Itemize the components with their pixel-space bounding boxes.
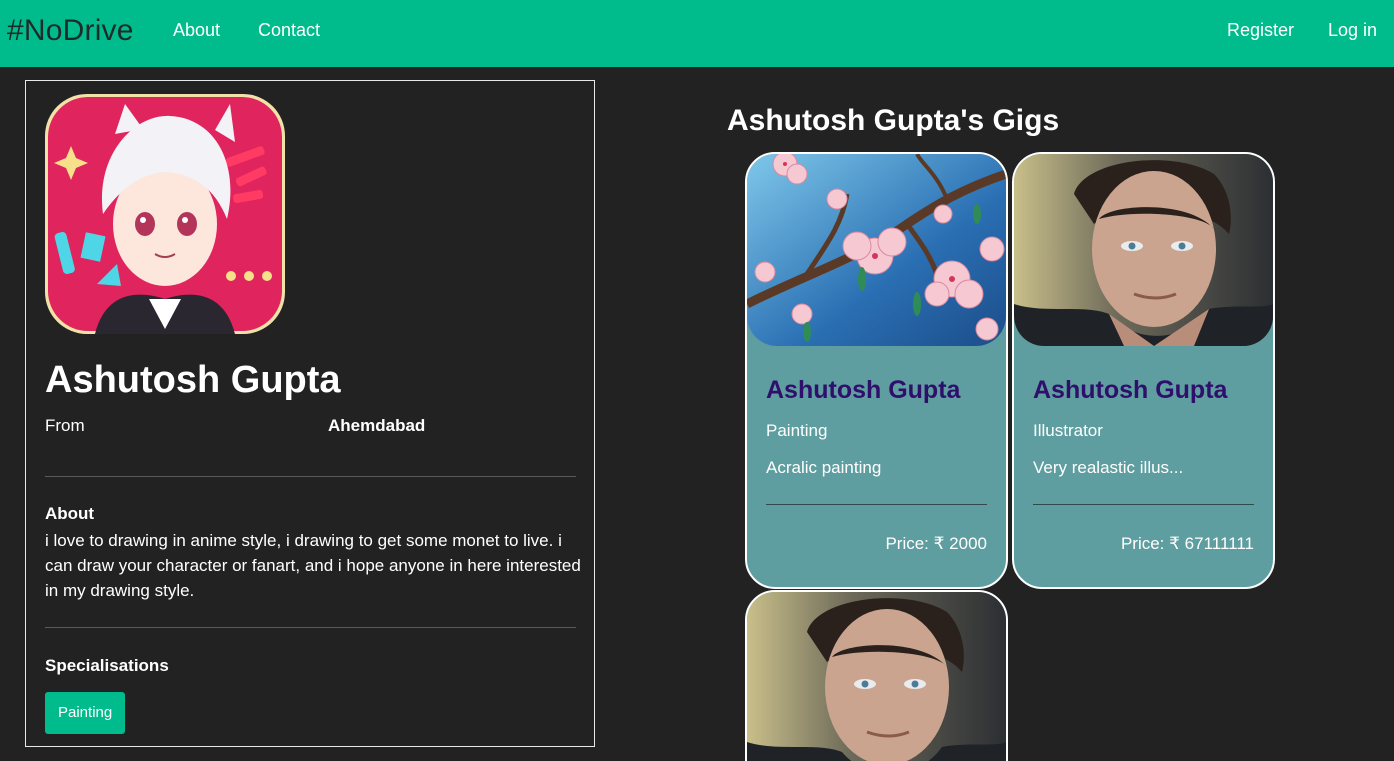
gig-image-portrait[interactable] (1014, 154, 1273, 346)
gigs-title: Ashutosh Gupta's Gigs (727, 104, 1060, 137)
nav-login-link[interactable]: Log in (1328, 20, 1377, 41)
nav-contact-link[interactable]: Contact (258, 20, 320, 41)
nav-about-link[interactable]: About (173, 20, 220, 41)
top-navbar: #NoDrive About Contact Register Log in (0, 0, 1394, 67)
about-text: i love to drawing in anime style, i draw… (45, 531, 581, 600)
gig-price: Price: ₹ 2000 (885, 534, 987, 553)
gig-divider (1033, 504, 1254, 505)
divider (45, 627, 576, 628)
gig-seller-name[interactable]: Ashutosh Gupta (1033, 376, 1227, 405)
from-value: Ahemdabad (328, 416, 426, 435)
gig-description: Very realastic illus... (1033, 458, 1184, 477)
profile-avatar (45, 94, 285, 334)
specialisation-badge-painting[interactable]: Painting (45, 692, 126, 734)
gig-card[interactable]: Ashutosh Gupta Painting Acralic painting… (745, 152, 1008, 589)
gig-image-portrait[interactable] (747, 592, 1006, 761)
gig-image-cherry-blossom[interactable] (747, 154, 1006, 346)
gig-description: Acralic painting (766, 458, 882, 477)
gig-category: Illustrator (1033, 421, 1103, 440)
about-title: About (45, 504, 95, 523)
gig-category: Painting (766, 421, 828, 440)
nav-register-link[interactable]: Register (1227, 20, 1294, 41)
brand-logo[interactable]: #NoDrive (7, 14, 134, 48)
specialisations-title: Specialisations (45, 656, 169, 675)
gig-card[interactable]: Ashutosh Gupta Illustrator Very realasti… (1012, 152, 1275, 589)
gig-card[interactable] (745, 590, 1008, 761)
gig-price: Price: ₹ 67111111 (1120, 534, 1254, 553)
divider (45, 476, 576, 477)
gig-divider (766, 504, 987, 505)
profile-card: Ashutosh Gupta From Ahemdabad About i lo… (25, 80, 595, 747)
gig-seller-name[interactable]: Ashutosh Gupta (766, 376, 960, 405)
from-label: From (45, 416, 85, 435)
profile-name: Ashutosh Gupta (45, 359, 341, 401)
